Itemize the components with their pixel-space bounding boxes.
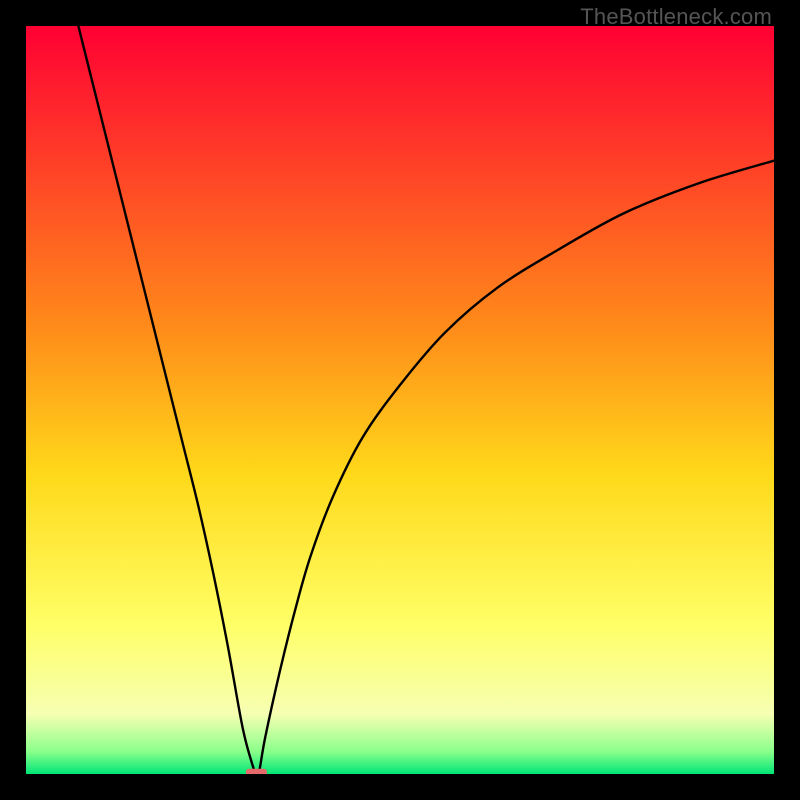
chart-svg [26,26,774,774]
chart-frame [26,26,774,774]
plot-area [26,26,774,774]
min-marker [246,769,267,774]
gradient-background [26,26,774,774]
